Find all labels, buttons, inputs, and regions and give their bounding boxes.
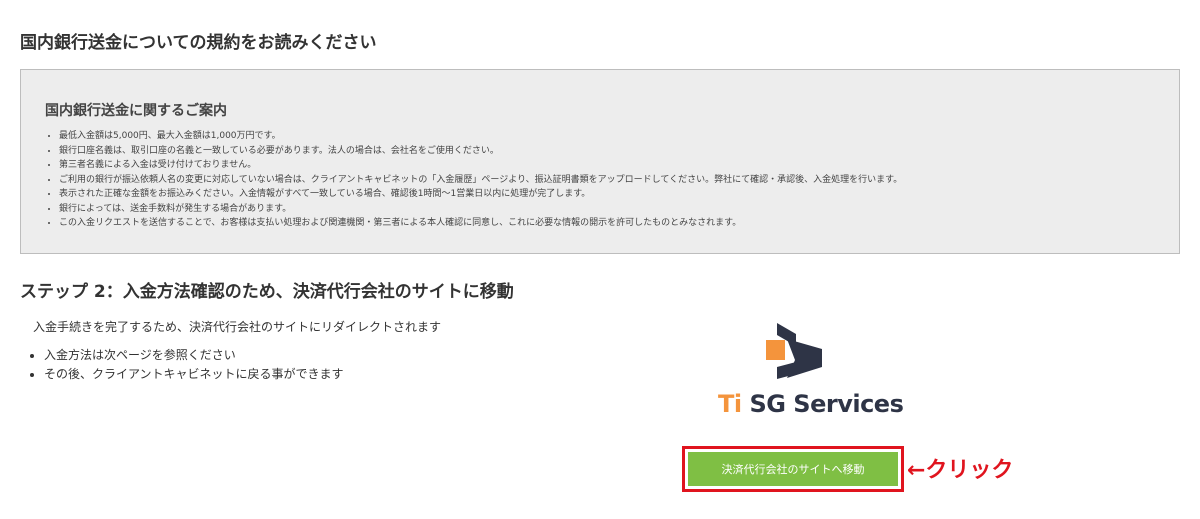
logo-navy-bottom	[777, 362, 796, 379]
step-list: 入金方法は次ページを参照ください その後、クライアントキャビネットに戻る事ができ…	[26, 346, 344, 384]
click-annotation: ←クリック	[907, 458, 1014, 483]
notice-item: 最低入金額は5,000円、最大入金額は1,000万円です。	[59, 129, 1179, 144]
notice-item: 第三者名義による入金は受け付けておりません。	[59, 158, 1179, 173]
notice-item: ご利用の銀行が振込依頼人名の変更に対応していない場合は、クライアントキャビネット…	[59, 173, 1179, 188]
page-title: 国内銀行送金についての規約をお読みください	[20, 33, 377, 53]
notice-item: 銀行口座名義は、取引口座の名義と一致している必要があります。法人の場合は、会社名…	[59, 144, 1179, 159]
step-item: その後、クライアントキャビネットに戻る事ができます	[44, 365, 344, 384]
notice-item: 表示された正確な金額をお振込みください。入金情報がすべて一致している場合、確認後…	[59, 187, 1179, 202]
step-description: 入金手続きを完了するため、決済代行会社のサイトにリダイレクトされます	[33, 320, 442, 334]
notice-item: 銀行によっては、送金手数料が発生する場合があります。	[59, 202, 1179, 217]
go-to-payment-site-button[interactable]: 決済代行会社のサイトへ移動	[688, 452, 898, 486]
button-highlight-frame: 決済代行会社のサイトへ移動	[682, 446, 904, 492]
notice-box: 国内銀行送金に関するご案内 最低入金額は5,000円、最大入金額は1,000万円…	[20, 69, 1180, 254]
notice-item: この入金リクエストを送信することで、お客様は支払い処理および関連機関・第三者によ…	[59, 216, 1179, 231]
step-item: 入金方法は次ページを参照ください	[44, 346, 344, 365]
step-title: ステップ 2：入金方法確認のため、決済代行会社のサイトに移動	[20, 282, 514, 302]
logo-orange-square	[766, 340, 785, 360]
logo-wordmark: Ti SG Services	[718, 390, 904, 418]
notice-title: 国内銀行送金に関するご案内	[45, 103, 227, 119]
notice-list: 最低入金額は5,000円、最大入金額は1,000万円です。 銀行口座名義は、取引…	[45, 129, 1179, 231]
